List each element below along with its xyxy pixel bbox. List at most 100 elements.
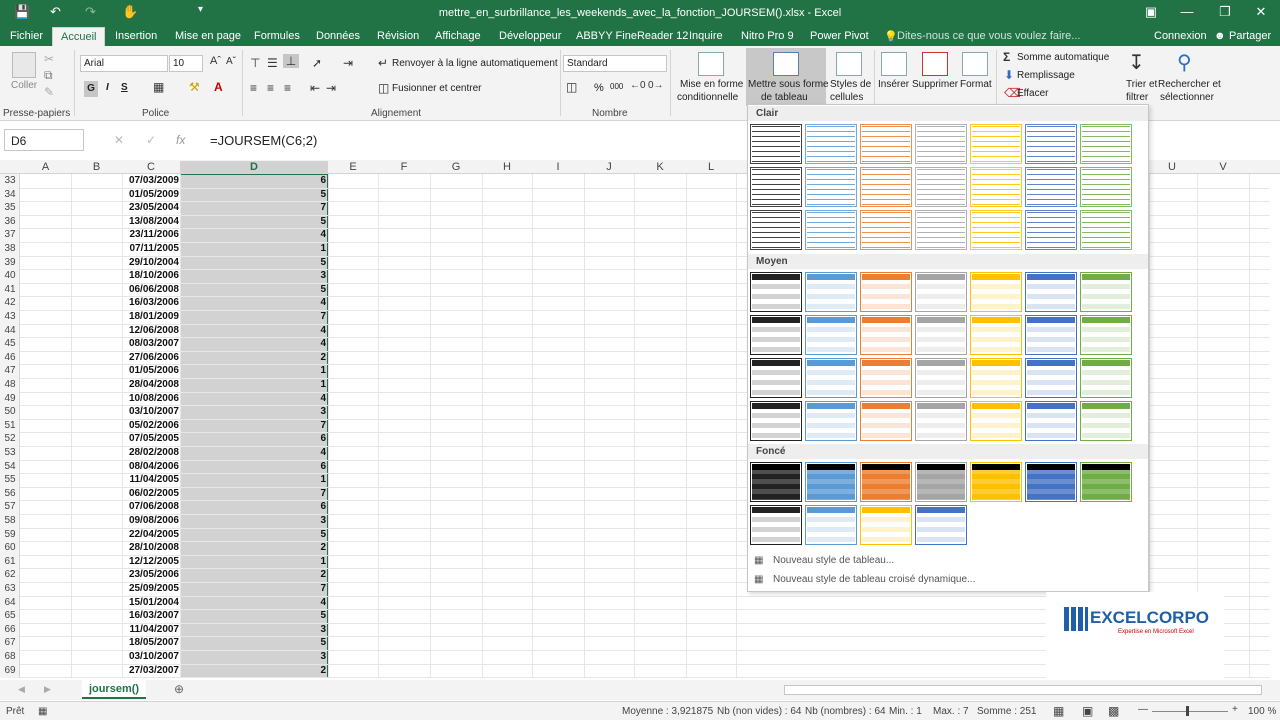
horizontal-scrollbar[interactable]	[784, 685, 1262, 695]
tab-nitro[interactable]: Nitro Pro 9	[741, 30, 794, 42]
table-style-swatch[interactable]	[1025, 358, 1077, 398]
cell-weekday[interactable]: 5	[180, 257, 326, 268]
table-style-swatch[interactable]	[805, 167, 857, 207]
sheet-tab-joursem[interactable]: joursem()	[82, 680, 146, 699]
table-style-swatch[interactable]	[970, 124, 1022, 164]
shrink-font-icon[interactable]: Aˇ	[226, 56, 236, 67]
column-header[interactable]: H	[482, 161, 532, 173]
table-style-swatch[interactable]	[860, 315, 912, 355]
sort-filter-icon[interactable]: ↧	[1128, 50, 1145, 75]
row-header[interactable]: 39	[0, 257, 20, 268]
cell-styles-icon[interactable]	[836, 52, 862, 76]
zoom-out-icon[interactable]: —	[1138, 704, 1148, 715]
signin-link[interactable]: Connexion	[1154, 30, 1207, 42]
paste-icon[interactable]	[12, 52, 36, 78]
bold-button[interactable]: G	[84, 81, 98, 97]
cell-weekday[interactable]: 4	[180, 447, 326, 458]
table-style-swatch[interactable]	[970, 462, 1022, 502]
insert-function-button[interactable]: fx	[176, 133, 185, 147]
decrease-indent-icon[interactable]: ⇤	[310, 81, 320, 95]
find-select-icon[interactable]: ⚲	[1177, 50, 1192, 75]
align-top-icon[interactable]: ⊤	[250, 56, 260, 70]
table-style-swatch[interactable]	[1080, 210, 1132, 250]
row-header[interactable]: 58	[0, 515, 20, 526]
row-header[interactable]: 50	[0, 406, 20, 417]
cell-weekday[interactable]: 4	[180, 229, 326, 240]
page-layout-icon[interactable]: ▣	[1082, 704, 1093, 718]
cell-date[interactable]: 15/01/2004	[123, 597, 179, 608]
cell-weekday[interactable]: 4	[180, 325, 326, 336]
table-style-swatch[interactable]	[750, 315, 802, 355]
add-sheet-icon[interactable]: ⊕	[174, 682, 184, 696]
wrap-text-button[interactable]: Renvoyer à la ligne automatiquement	[392, 58, 558, 69]
cell-date[interactable]: 03/10/2007	[123, 651, 179, 662]
row-header[interactable]: 41	[0, 284, 20, 295]
cell-date[interactable]: 25/09/2005	[123, 583, 179, 594]
table-style-swatch[interactable]	[805, 272, 857, 312]
conditional-formatting-label1[interactable]: Mise en forme	[680, 79, 743, 90]
row-header[interactable]: 69	[0, 665, 20, 676]
table-style-swatch[interactable]	[1080, 358, 1132, 398]
table-style-swatch[interactable]	[750, 401, 802, 441]
tell-me-box[interactable]: Dites-nous ce que vous voulez faire...	[897, 30, 1080, 42]
table-style-swatch[interactable]	[970, 401, 1022, 441]
column-header[interactable]: I	[532, 161, 584, 173]
table-style-swatch[interactable]	[805, 210, 857, 250]
cell-weekday[interactable]: 1	[180, 474, 326, 485]
new-table-style-link[interactable]: Nouveau style de tableau...	[773, 555, 894, 566]
new-pivot-style-link[interactable]: Nouveau style de tableau croisé dynamiqu…	[773, 574, 975, 585]
borders-icon[interactable]: ▦	[153, 80, 164, 94]
table-style-swatch[interactable]	[805, 505, 857, 545]
table-style-swatch[interactable]	[1080, 272, 1132, 312]
column-header[interactable]: B	[71, 161, 122, 173]
cell-date[interactable]: 12/06/2008	[123, 325, 179, 336]
thousands-button[interactable]: 000	[610, 82, 623, 91]
row-header[interactable]: 67	[0, 637, 20, 648]
table-style-swatch[interactable]	[915, 505, 967, 545]
cell-date[interactable]: 06/02/2005	[123, 488, 179, 499]
row-header[interactable]: 61	[0, 556, 20, 567]
delete-cells-icon[interactable]	[922, 52, 948, 76]
underline-button[interactable]: S	[121, 82, 128, 93]
row-header[interactable]: 49	[0, 393, 20, 404]
cell-date[interactable]: 01/05/2009	[123, 189, 179, 200]
cell-weekday[interactable]: 3	[180, 270, 326, 281]
insert-cells-icon[interactable]	[881, 52, 907, 76]
table-style-swatch[interactable]	[860, 505, 912, 545]
table-style-swatch[interactable]	[1025, 462, 1077, 502]
table-style-swatch[interactable]	[1025, 210, 1077, 250]
cell-weekday[interactable]: 7	[180, 420, 326, 431]
cell-date[interactable]: 27/03/2007	[123, 665, 179, 676]
cell-date[interactable]: 06/06/2008	[123, 284, 179, 295]
cell-date[interactable]: 01/05/2006	[123, 365, 179, 376]
row-header[interactable]: 53	[0, 447, 20, 458]
table-style-swatch[interactable]	[915, 272, 967, 312]
normal-view-icon[interactable]: ▦	[1053, 704, 1064, 718]
font-size-select[interactable]: 10	[169, 55, 203, 72]
cell-date[interactable]: 13/08/2004	[123, 216, 179, 227]
cell-weekday[interactable]: 6	[180, 461, 326, 472]
cell-date[interactable]: 18/05/2007	[123, 637, 179, 648]
enter-icon[interactable]: ✓	[146, 133, 156, 147]
row-header[interactable]: 46	[0, 352, 20, 363]
tab-inquire[interactable]: Inquire	[689, 30, 723, 42]
table-style-swatch[interactable]	[915, 401, 967, 441]
table-style-swatch[interactable]	[915, 315, 967, 355]
column-header[interactable]: D	[180, 161, 328, 173]
table-style-swatch[interactable]	[860, 358, 912, 398]
row-header[interactable]: 66	[0, 624, 20, 635]
cell-date[interactable]: 11/04/2005	[123, 474, 180, 485]
format-painter-icon[interactable]: ✎	[44, 85, 54, 99]
table-style-swatch[interactable]	[805, 358, 857, 398]
ribbon-display-icon[interactable]: ▣	[1136, 4, 1166, 20]
table-style-swatch[interactable]	[1080, 124, 1132, 164]
row-header[interactable]: 64	[0, 597, 20, 608]
formula-input[interactable]: =JOURSEM(C6;2)	[210, 133, 317, 148]
wrap-text-icon[interactable]: ↵	[378, 56, 388, 70]
cell-date[interactable]: 23/05/2006	[123, 569, 179, 580]
find-select-label2[interactable]: sélectionner	[1160, 92, 1214, 103]
cell-date[interactable]: 07/05/2005	[123, 433, 179, 444]
row-header[interactable]: 36	[0, 216, 20, 227]
cell-date[interactable]: 03/10/2007	[123, 406, 179, 417]
indent-direction-icon[interactable]: ⇥	[343, 56, 353, 70]
